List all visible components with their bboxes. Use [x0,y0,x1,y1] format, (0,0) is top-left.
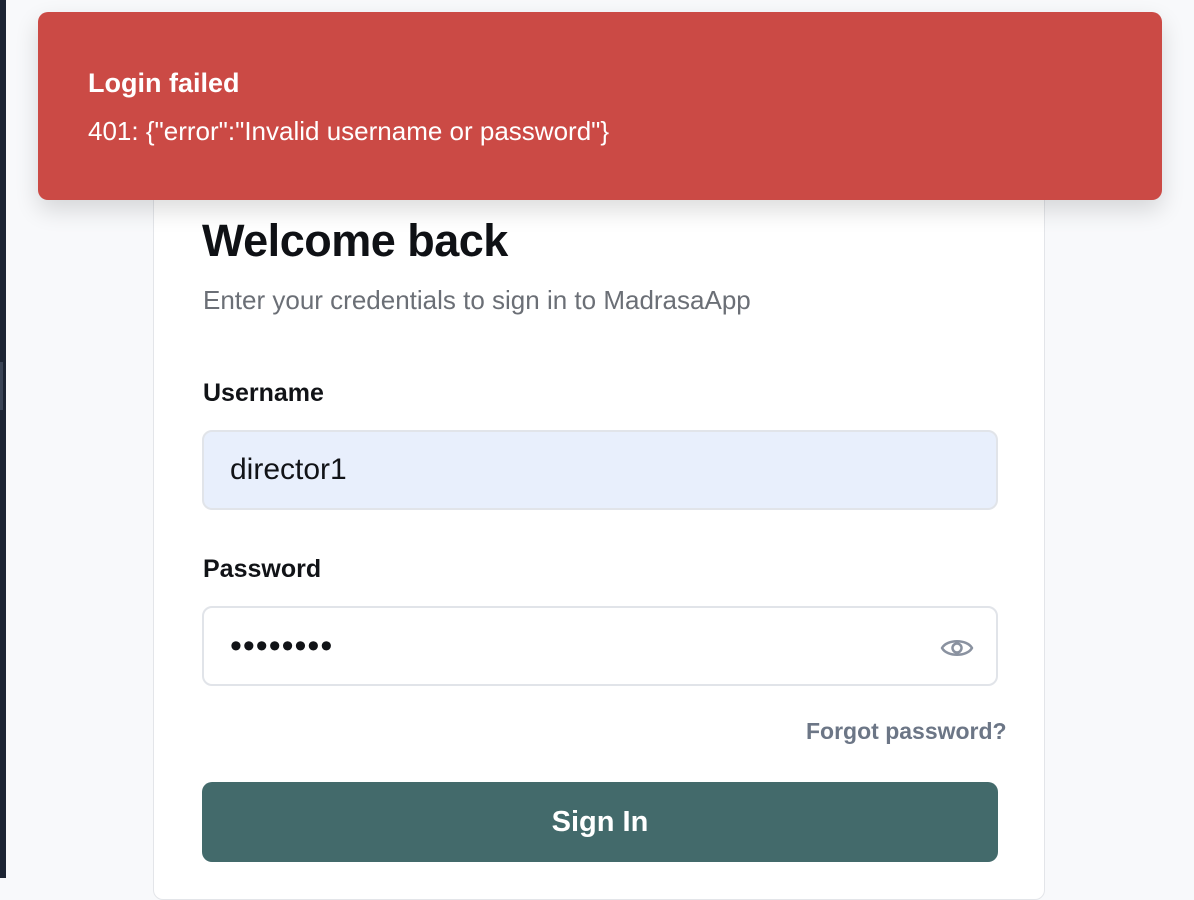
left-edge-panel [0,0,6,878]
sign-in-button[interactable]: Sign In [202,782,998,862]
left-edge-handle [0,362,3,410]
username-label: Username [203,379,324,407]
error-toast: Login failed 401: {"error":"Invalid user… [38,12,1162,200]
page-title: Welcome back [202,215,508,266]
toast-message: 401: {"error":"Invalid username or passw… [88,116,610,146]
username-input[interactable]: director1 [202,430,998,510]
forgot-password-link[interactable]: Forgot password? [806,716,1007,746]
page-subtitle: Enter your credentials to sign in to Mad… [203,285,751,315]
toast-title: Login failed [88,68,240,98]
username-value: director1 [230,453,347,486]
eye-icon[interactable] [940,632,974,660]
password-label: Password [203,555,322,583]
password-value: •••••••• [230,626,334,665]
password-input[interactable]: •••••••• [202,606,998,686]
